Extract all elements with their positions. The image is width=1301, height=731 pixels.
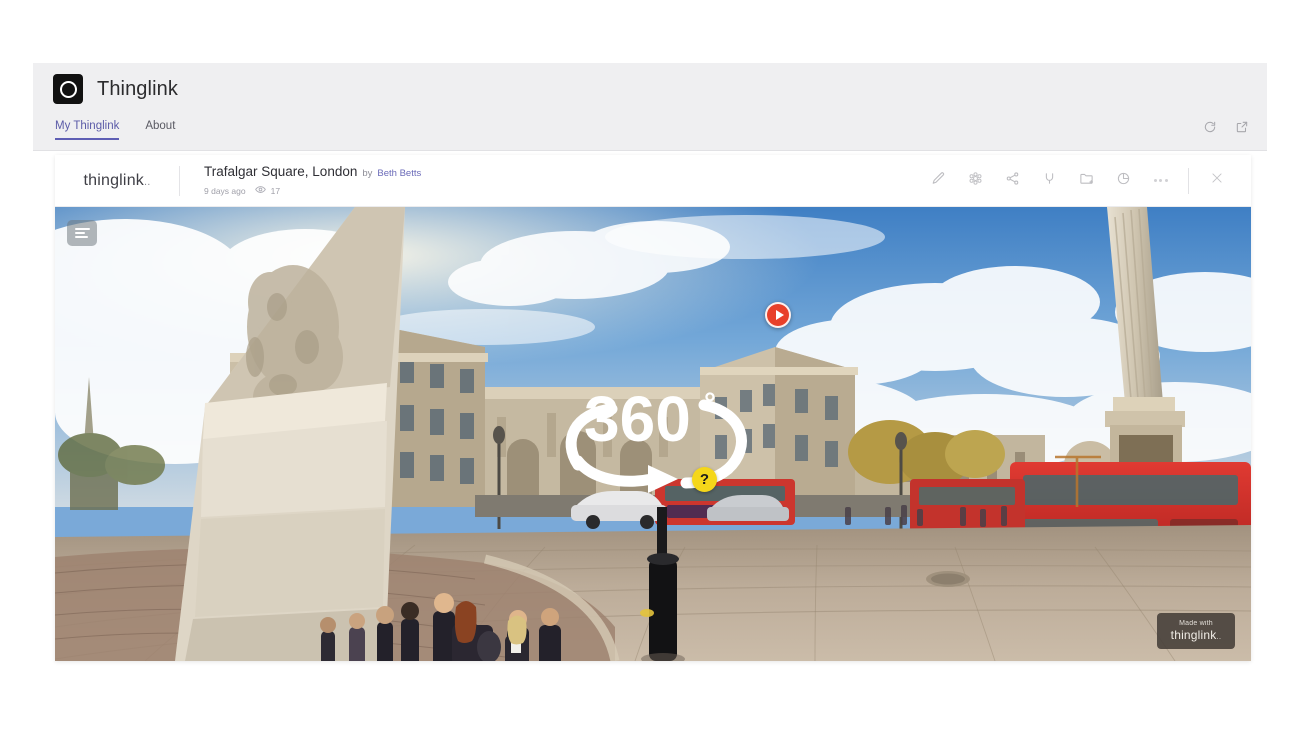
pencil-icon xyxy=(931,171,946,191)
page-title: Trafalgar Square, London xyxy=(204,164,358,179)
tab-about[interactable]: About xyxy=(145,115,175,140)
app-tabs: My Thinglink About xyxy=(33,115,1267,151)
help-tag-label: ? xyxy=(699,471,710,488)
card-submeta: 9 days ago 17 xyxy=(204,184,421,197)
card-wordmark: thinglink.. xyxy=(55,172,179,190)
refresh-icon[interactable] xyxy=(1203,120,1217,139)
views-counter: 17 xyxy=(254,184,281,197)
thinglink-ring-logo-icon[interactable] xyxy=(53,74,83,104)
card-toolbar xyxy=(920,155,1235,206)
tag-icon xyxy=(1042,171,1057,191)
views-count: 17 xyxy=(270,185,281,196)
watermark-brand: thinglink.. xyxy=(1171,628,1222,642)
close-button[interactable] xyxy=(1198,155,1235,207)
settings-button[interactable] xyxy=(957,155,994,207)
thinglink-watermark[interactable]: Made with thinglink.. xyxy=(1157,613,1235,649)
toolbar-divider xyxy=(1188,167,1189,194)
logo-ring xyxy=(59,80,77,98)
share-button[interactable] xyxy=(994,155,1031,207)
app-topbar: Thinglink xyxy=(33,63,1267,115)
notes-button[interactable] xyxy=(67,220,97,246)
list-lines-icon xyxy=(74,226,90,241)
card-wordmark-dots: .. xyxy=(144,175,151,188)
edit-button[interactable] xyxy=(920,155,957,207)
tab-my-thinglink[interactable]: My Thinglink xyxy=(55,115,120,140)
watermark-brand-text: thinglink xyxy=(1170,628,1217,642)
watermark-dots: .. xyxy=(1216,632,1222,641)
play-tag[interactable] xyxy=(765,302,791,328)
timestamp: 9 days ago xyxy=(204,185,246,196)
panorama-image[interactable]: 360 ° ? Made with thinglink.. xyxy=(55,207,1251,661)
gear-icon xyxy=(968,171,983,191)
stats-button[interactable] xyxy=(1105,155,1142,207)
watermark-made-with: Made with xyxy=(1179,620,1213,627)
tab-my-thinglink-label: My Thinglink xyxy=(55,120,120,132)
eye-icon xyxy=(254,184,266,197)
card-header: thinglink.. Trafalgar Square, London by … xyxy=(55,155,1251,207)
share-icon xyxy=(1005,171,1020,191)
header-divider xyxy=(179,165,180,196)
card-meta: Trafalgar Square, London by Beth Betts 9… xyxy=(204,164,421,197)
thinglink-card: thinglink.. Trafalgar Square, London by … xyxy=(55,155,1251,661)
pie-chart-icon xyxy=(1116,171,1131,191)
folder-add-icon xyxy=(1079,171,1094,191)
app-shell: Thinglink My Thinglink About xyxy=(33,63,1267,151)
close-icon xyxy=(1210,171,1224,190)
tab-about-label: About xyxy=(145,120,176,132)
topbar-actions xyxy=(1203,120,1249,139)
card-title-row: Trafalgar Square, London by Beth Betts xyxy=(204,164,421,179)
panorama-artwork xyxy=(55,207,1251,661)
author-link[interactable]: Beth Betts xyxy=(377,168,421,179)
card-wordmark-text: thinglink xyxy=(83,171,144,189)
help-tag[interactable]: ? xyxy=(692,467,717,492)
play-icon xyxy=(775,310,784,320)
brand-name: Thinglink xyxy=(97,77,178,100)
more-options-button[interactable] xyxy=(1142,155,1179,207)
ellipsis-icon xyxy=(1153,179,1168,182)
add-to-folder-button[interactable] xyxy=(1068,155,1105,207)
tag-button[interactable] xyxy=(1031,155,1068,207)
by-label: by xyxy=(362,168,373,179)
open-external-icon[interactable] xyxy=(1235,120,1249,139)
